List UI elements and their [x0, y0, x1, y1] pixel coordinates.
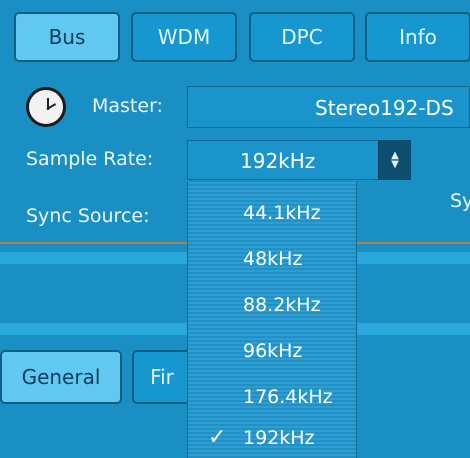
option-176-4khz[interactable]: 176.4kHz: [243, 386, 333, 408]
master-field[interactable]: Stereo192-DS: [187, 86, 470, 128]
tab-bus[interactable]: Bus: [14, 12, 120, 62]
sample-rate-select[interactable]: 192kHz: [187, 140, 410, 180]
option-44-1khz[interactable]: 44.1kHz: [243, 202, 321, 224]
general-button[interactable]: General: [0, 350, 122, 404]
tab-info[interactable]: Info: [365, 12, 470, 62]
sample-rate-value: 192kHz: [240, 149, 316, 173]
tab-dpc[interactable]: DPC: [249, 12, 355, 62]
tab-info-label: Info: [399, 25, 437, 49]
tab-wdm-label: WDM: [157, 25, 211, 49]
sync-source-label: Sync Source:: [26, 205, 150, 227]
option-88-2khz[interactable]: 88.2kHz: [243, 294, 321, 316]
clock-icon: [26, 87, 66, 127]
tab-bus-label: Bus: [48, 25, 86, 49]
sync-source-partial-label: Sy: [450, 190, 470, 212]
tab-wdm[interactable]: WDM: [131, 12, 237, 62]
checkmark-icon: ✓: [208, 425, 227, 450]
option-96khz[interactable]: 96kHz: [243, 340, 302, 362]
master-value: Stereo192-DS: [315, 96, 454, 120]
fir-button-label: Fir: [150, 365, 174, 389]
option-48khz[interactable]: 48kHz: [243, 248, 302, 270]
sample-rate-label: Sample Rate:: [26, 148, 154, 170]
tab-dpc-label: DPC: [281, 25, 323, 49]
option-192khz[interactable]: 192kHz: [243, 427, 315, 449]
general-button-label: General: [21, 365, 101, 389]
master-label: Master:: [92, 95, 163, 117]
fir-button[interactable]: Fir: [132, 350, 192, 404]
up-down-chevrons-icon[interactable]: ▲ ▼: [378, 140, 411, 180]
sample-rate-dropdown-list[interactable]: 44.1kHz 48kHz 88.2kHz 96kHz 176.4kHz ✓ 1…: [187, 182, 357, 458]
